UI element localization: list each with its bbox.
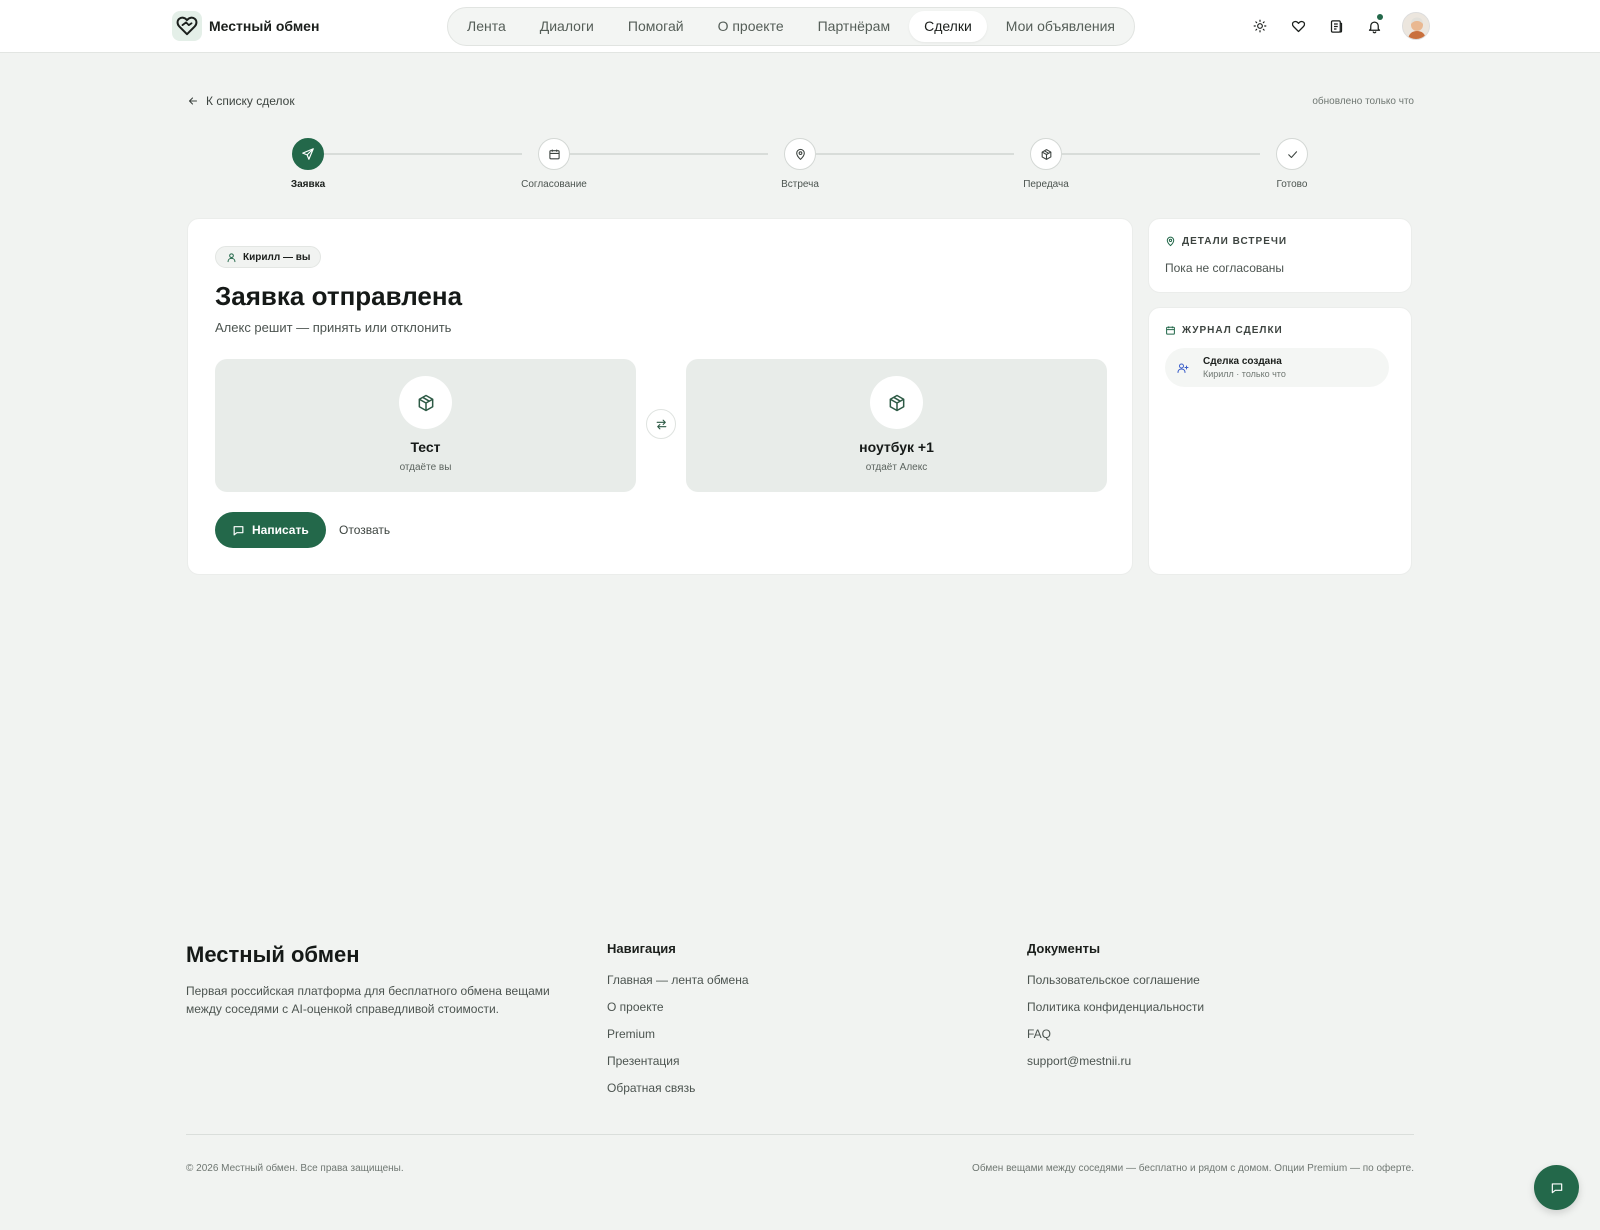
deal-journal-card: ЖУРНАЛ СДЕЛКИ Сделка создана Кирилл · то… bbox=[1148, 307, 1412, 575]
nav-item-help[interactable]: Помогай bbox=[613, 11, 699, 42]
back-link-label: К списку сделок bbox=[206, 94, 295, 108]
package-icon bbox=[870, 376, 923, 429]
step-agreement: Согласование bbox=[509, 138, 599, 190]
nav-item-dialogs[interactable]: Диалоги bbox=[525, 11, 609, 42]
requested-item-card[interactable]: ноутбук +1 отдаёт Алекс bbox=[686, 359, 1107, 492]
step-handover: Передача bbox=[1001, 138, 1091, 190]
package-icon bbox=[399, 376, 452, 429]
notification-dot bbox=[1377, 14, 1383, 20]
offered-item-note: отдаёте вы bbox=[399, 462, 452, 473]
deal-status-title: Заявка отправлена bbox=[215, 281, 463, 311]
step-meeting: Встреча bbox=[755, 138, 845, 190]
footer-link-presentation[interactable]: Презентация bbox=[607, 1054, 749, 1068]
receipt-icon[interactable] bbox=[1326, 16, 1346, 36]
footer-documents: Документы Пользовательское соглашение По… bbox=[1027, 941, 1204, 1081]
main-nav: Лента Диалоги Помогай О проекте Партнёра… bbox=[447, 7, 1135, 46]
footer-link-feedback[interactable]: Обратная связь bbox=[607, 1081, 749, 1095]
deal-stepper: Заявка Согласование Встреча Передача Гот… bbox=[0, 138, 1600, 194]
nav-item-about[interactable]: О проекте bbox=[703, 11, 799, 42]
footer-docs-heading: Документы bbox=[1027, 941, 1101, 956]
nav-item-my-listings[interactable]: Мои объявления bbox=[991, 11, 1130, 42]
user-plus-icon bbox=[1177, 362, 1189, 374]
step-done: Готово bbox=[1247, 138, 1337, 190]
updated-status: обновлено только что bbox=[1312, 96, 1414, 107]
map-pin-icon bbox=[1165, 236, 1176, 247]
journal-entry-meta: Кирилл · только что bbox=[1203, 369, 1286, 379]
requested-item-note: отдаёт Алекс bbox=[865, 462, 928, 473]
journal-entry: Сделка создана Кирилл · только что bbox=[1165, 348, 1389, 387]
back-to-deals-link[interactable]: К списку сделок bbox=[187, 94, 295, 108]
stepper-connector bbox=[324, 153, 522, 155]
meeting-details-card: ДЕТАЛИ ВСТРЕЧИ Пока не согласованы bbox=[1148, 218, 1412, 293]
withdraw-button[interactable]: Отозвать bbox=[339, 523, 390, 537]
calendar-icon bbox=[538, 138, 570, 170]
swap-arrows-icon[interactable] bbox=[646, 409, 676, 439]
top-header: Местный обмен Лента Диалоги Помогай О пр… bbox=[0, 0, 1600, 53]
footer-link-faq[interactable]: FAQ bbox=[1027, 1027, 1204, 1041]
header-actions bbox=[1250, 12, 1430, 40]
footer-navigation: Навигация Главная — лента обмена О проек… bbox=[607, 941, 749, 1108]
stepper-connector bbox=[1062, 153, 1260, 155]
footer-link-home[interactable]: Главная — лента обмена bbox=[607, 973, 749, 987]
nav-item-deals[interactable]: Сделки bbox=[909, 11, 987, 42]
meeting-heading-label: ДЕТАЛИ ВСТРЕЧИ bbox=[1182, 236, 1288, 247]
write-button-label: Написать bbox=[252, 523, 309, 537]
role-badge-label: Кирилл — вы bbox=[243, 251, 311, 263]
footer-link-premium[interactable]: Premium bbox=[607, 1027, 749, 1041]
message-icon bbox=[1550, 1181, 1564, 1195]
footer-link-about[interactable]: О проекте bbox=[607, 1000, 749, 1014]
stepper-connector bbox=[816, 153, 1014, 155]
check-icon bbox=[1276, 138, 1308, 170]
deal-card: Кирилл — вы Заявка отправлена Алекс реши… bbox=[187, 218, 1133, 575]
sun-icon[interactable] bbox=[1250, 16, 1270, 36]
stepper-connector bbox=[570, 153, 768, 155]
footer-nav-heading: Навигация bbox=[607, 941, 676, 956]
footer-description: Первая российская платформа для бесплатн… bbox=[186, 984, 550, 1016]
heart-icon[interactable] bbox=[1288, 16, 1308, 36]
step-label: Встреча bbox=[781, 179, 819, 190]
journal-entry-title: Сделка создана bbox=[1203, 356, 1282, 367]
step-request: Заявка bbox=[263, 138, 353, 190]
step-label: Передача bbox=[1023, 179, 1069, 190]
user-avatar[interactable] bbox=[1402, 12, 1430, 40]
meeting-details-text: Пока не согласованы bbox=[1165, 261, 1285, 275]
step-label: Заявка bbox=[290, 179, 326, 190]
brand-logo[interactable]: Местный обмен bbox=[172, 11, 319, 41]
offered-item-name: Тест bbox=[410, 439, 441, 455]
calendar-icon bbox=[1165, 325, 1176, 336]
footer-link-support-email[interactable]: support@mestnii.ru bbox=[1027, 1054, 1204, 1068]
send-icon bbox=[292, 138, 324, 170]
write-message-button[interactable]: Написать bbox=[215, 512, 326, 548]
footer-tagline: Обмен вещами между соседями — бесплатно … bbox=[972, 1163, 1414, 1174]
nav-item-feed[interactable]: Лента bbox=[452, 11, 521, 42]
nav-item-partners[interactable]: Партнёрам bbox=[803, 11, 905, 42]
offered-item-card[interactable]: Тест отдаёте вы bbox=[215, 359, 636, 492]
meeting-details-heading: ДЕТАЛИ ВСТРЕЧИ bbox=[1165, 236, 1287, 247]
deal-journal-heading: ЖУРНАЛ СДЕЛКИ bbox=[1165, 325, 1283, 336]
copyright: © 2026 Местный обмен. Все права защищены… bbox=[186, 1163, 404, 1174]
arrow-left-icon bbox=[187, 95, 199, 107]
message-icon bbox=[232, 524, 245, 537]
user-icon bbox=[226, 252, 237, 263]
chat-button[interactable] bbox=[1534, 1165, 1579, 1210]
journal-heading-label: ЖУРНАЛ СДЕЛКИ bbox=[1182, 325, 1283, 336]
map-pin-icon bbox=[784, 138, 816, 170]
step-label: Готово bbox=[1276, 179, 1308, 190]
footer-divider bbox=[186, 1134, 1414, 1135]
step-label: Согласование bbox=[521, 179, 587, 190]
deal-status-subtitle: Алекс решит — принять или отклонить bbox=[215, 320, 452, 335]
heart-logo-icon bbox=[172, 11, 202, 41]
footer-brand: Местный обмен bbox=[186, 942, 360, 967]
footer-link-terms[interactable]: Пользовательское соглашение bbox=[1027, 973, 1204, 987]
bell-icon[interactable] bbox=[1364, 14, 1384, 36]
requested-item-name: ноутбук +1 bbox=[859, 439, 934, 455]
footer-link-privacy[interactable]: Политика конфиденциальности bbox=[1027, 1000, 1204, 1014]
role-badge: Кирилл — вы bbox=[215, 246, 322, 268]
brand-name: Местный обмен bbox=[209, 18, 320, 34]
package-icon bbox=[1030, 138, 1062, 170]
